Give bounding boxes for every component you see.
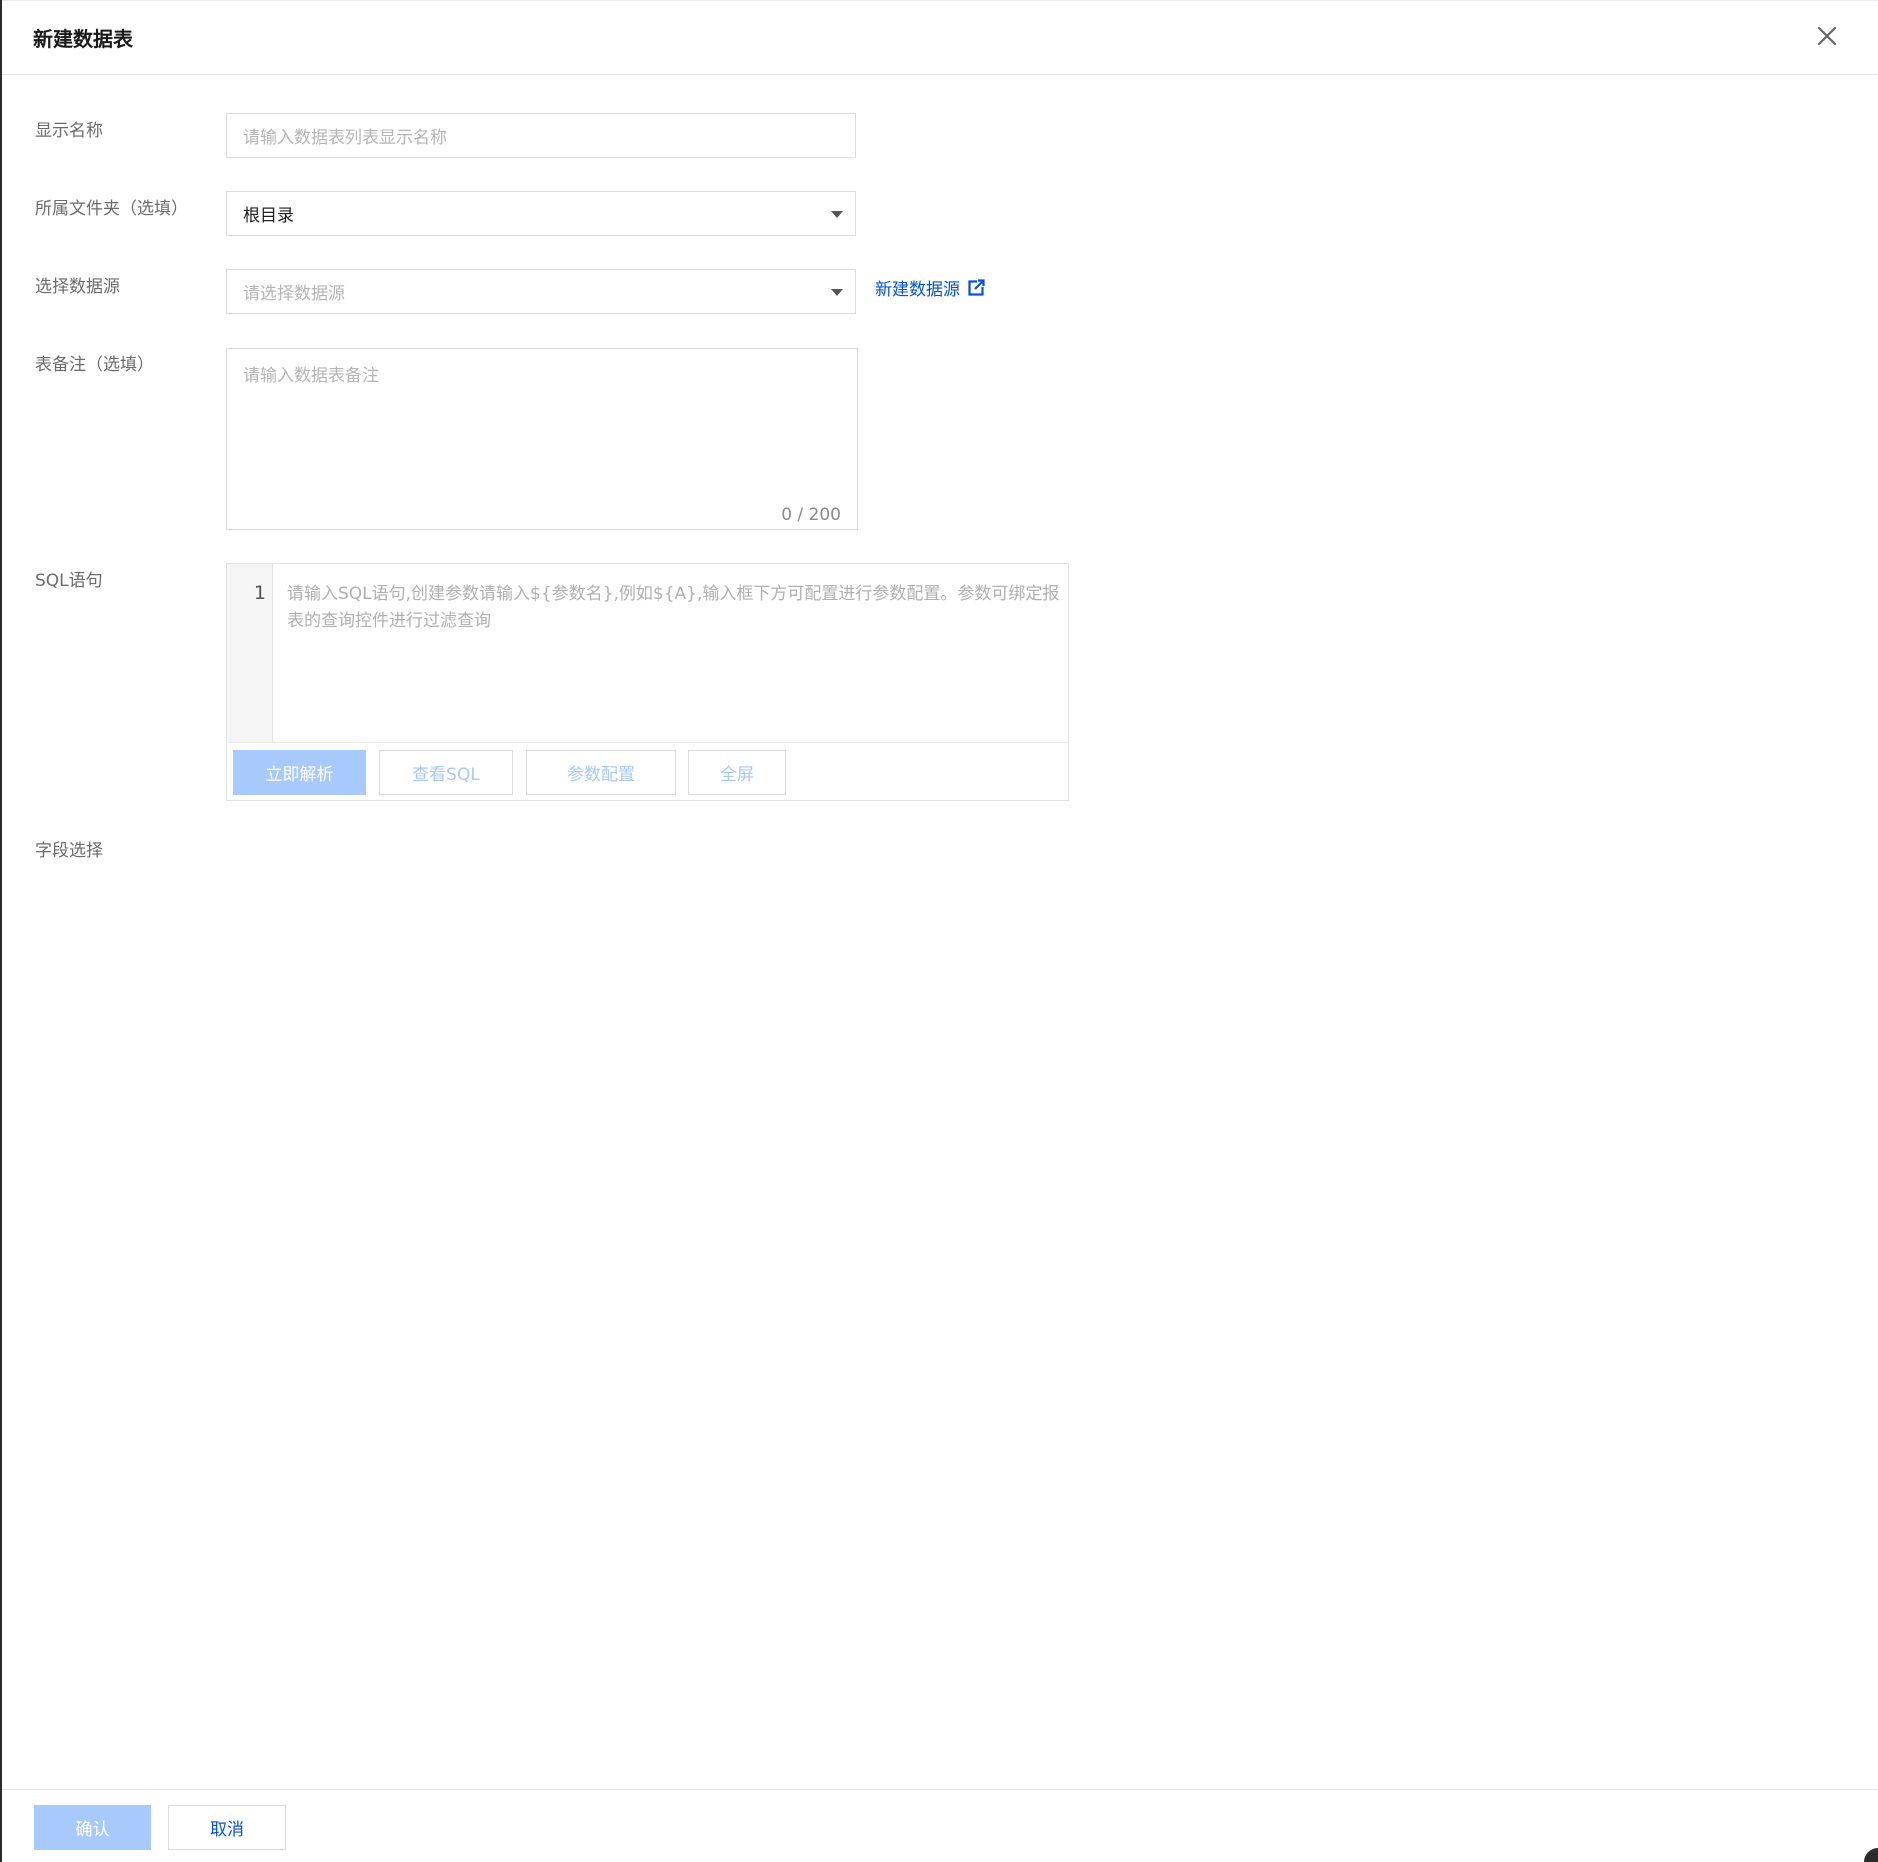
datasource-placeholder: 请选择数据源 (243, 284, 345, 304)
folder-label: 所属文件夹（选填） (35, 199, 188, 219)
sql-label: SQL语句 (35, 571, 103, 591)
datasource-label: 选择数据源 (35, 277, 120, 297)
param-config-button[interactable]: 参数配置 (526, 750, 676, 795)
remark-char-counter: 0 / 200 (781, 505, 841, 525)
folder-select-value: 根目录 (243, 206, 294, 226)
parse-now-button[interactable]: 立即解析 (233, 750, 366, 795)
sql-toolbar: 立即解析 查看SQL 参数配置 全屏 (227, 742, 1068, 800)
display-name-placeholder: 请输入数据表列表显示名称 (243, 128, 447, 148)
new-table-dialog: 新建数据表 显示名称 请输入数据表列表显示名称 所属文件夹（选填） 根目录 选择… (0, 0, 1878, 1862)
remark-textarea[interactable]: 请输入数据表备注 0 / 200 (226, 348, 858, 530)
sql-placeholder: 请输入SQL语句,创建参数请输入${参数名},例如${A},输入框下方可配置进行… (287, 584, 1060, 631)
remark-label: 表备注（选填） (35, 355, 154, 375)
folder-select[interactable]: 根目录 (226, 191, 856, 236)
external-link-icon (968, 279, 985, 296)
field-select-label: 字段选择 (35, 841, 103, 861)
fullscreen-button[interactable]: 全屏 (688, 750, 786, 795)
sql-gutter: 1 (227, 564, 273, 742)
dialog-header: 新建数据表 (2, 0, 1878, 75)
sql-input[interactable]: 请输入SQL语句,创建参数请输入${参数名},例如${A},输入框下方可配置进行… (273, 564, 1068, 742)
chevron-down-icon (831, 288, 843, 296)
chevron-down-icon (831, 210, 843, 218)
new-datasource-link-label: 新建数据源 (875, 280, 960, 300)
cancel-button[interactable]: 取消 (168, 1805, 286, 1850)
display-name-label: 显示名称 (35, 121, 103, 141)
remark-placeholder: 请输入数据表备注 (243, 366, 379, 386)
close-icon[interactable] (1812, 21, 1842, 51)
dialog-title: 新建数据表 (33, 27, 133, 51)
confirm-button[interactable]: 确认 (34, 1805, 151, 1850)
sql-editor: 1 请输入SQL语句,创建参数请输入${参数名},例如${A},输入框下方可配置… (226, 563, 1069, 801)
view-sql-button[interactable]: 查看SQL (379, 750, 513, 795)
datasource-select[interactable]: 请选择数据源 (226, 269, 856, 314)
display-name-input[interactable]: 请输入数据表列表显示名称 (226, 113, 856, 158)
line-number: 1 (253, 582, 266, 604)
new-datasource-link[interactable]: 新建数据源 (875, 275, 985, 300)
dialog-footer: 确认 取消 (2, 1789, 1878, 1862)
